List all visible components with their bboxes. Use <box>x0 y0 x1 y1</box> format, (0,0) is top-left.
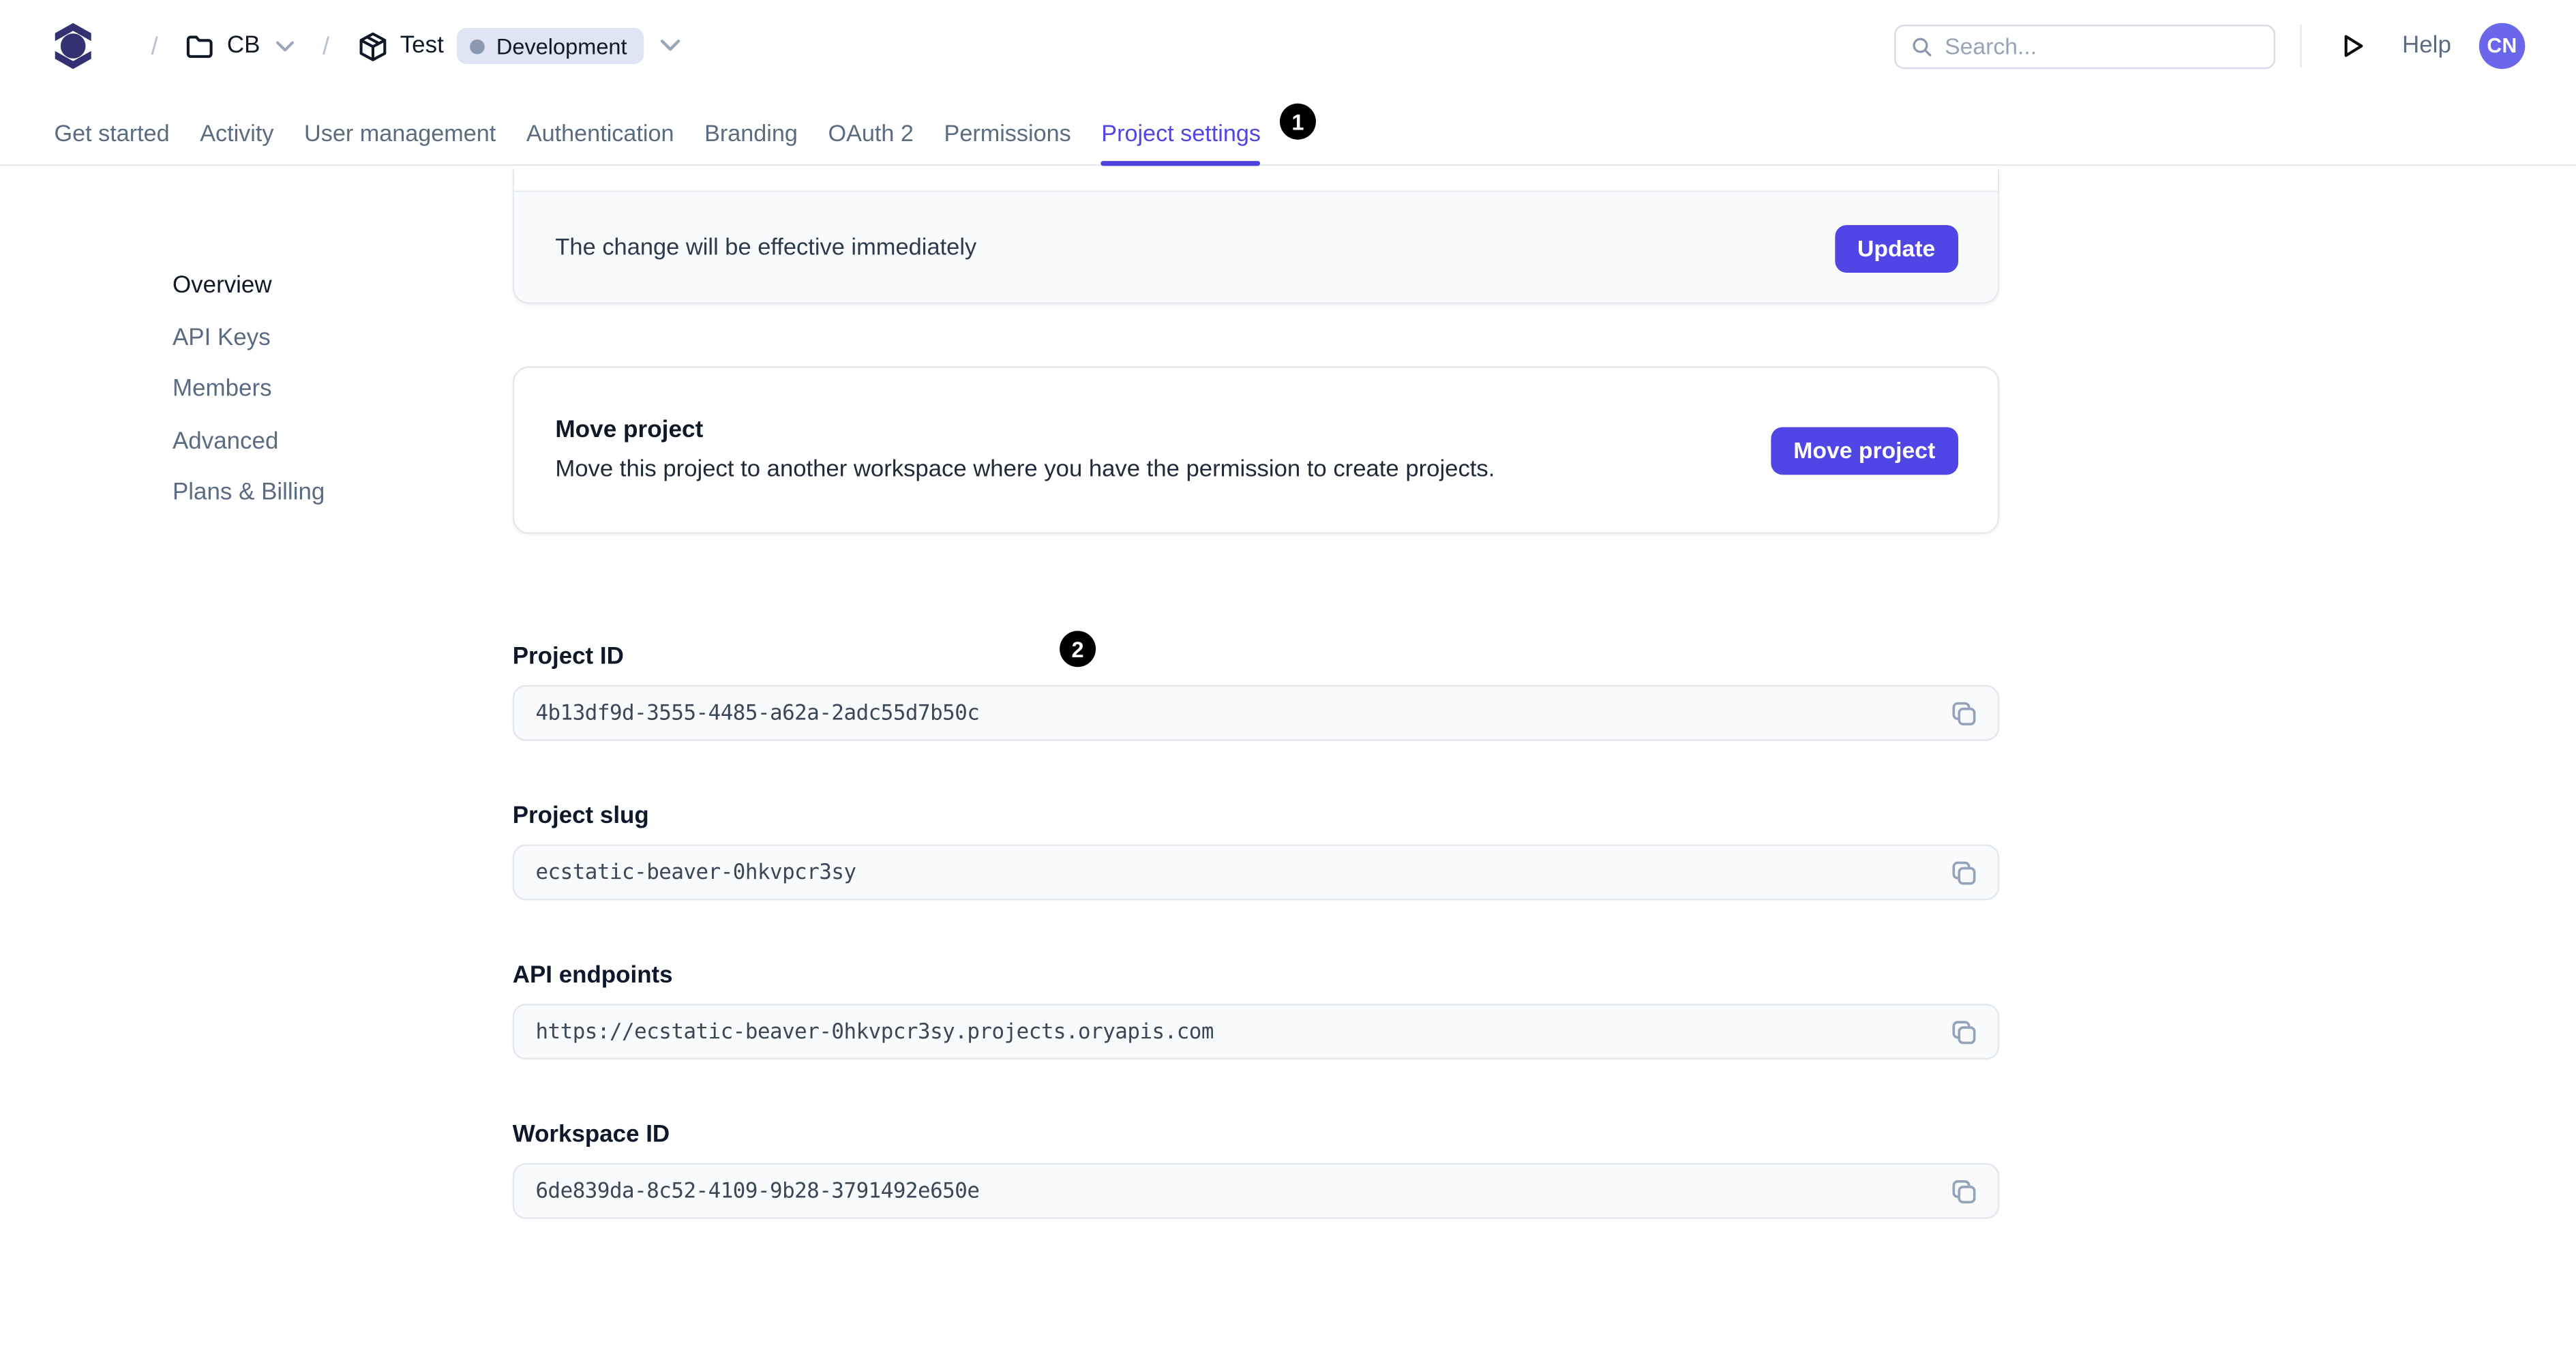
settings-sidebar: Overview API Keys Members Advanced Plans… <box>173 271 325 508</box>
folder-icon <box>187 35 213 57</box>
api-endpoints-value: https://ecstatic-beaver-0hkvpcr3sy.proje… <box>535 1019 1214 1045</box>
tab-authentication[interactable]: Authentication <box>526 104 674 164</box>
workspace-id-valuebox: 6de839da-8c52-4109-9b28-3791492e650e <box>512 1162 2000 1219</box>
package-icon <box>359 31 386 61</box>
ory-logo-icon <box>55 22 91 70</box>
update-card-footer: The change will be effective immediately… <box>514 190 1998 303</box>
breadcrumb-separator: / <box>151 31 158 60</box>
project-settings-page: / CB / Test Development Search... Help C… <box>0 0 2576 1365</box>
tab-get-started[interactable]: Get started <box>55 104 170 164</box>
sidebar-item-overview[interactable]: Overview <box>173 271 325 301</box>
api-endpoints-valuebox: https://ecstatic-beaver-0hkvpcr3sy.proje… <box>512 1004 2000 1060</box>
project-slug-field: Project slug ecstatic-beaver-0hkvpcr3sy <box>512 803 2000 901</box>
update-card: The change will be effective immediately… <box>512 169 2000 304</box>
environment-badge: Development <box>457 27 644 64</box>
tab-project-settings[interactable]: Project settings <box>1101 104 1261 166</box>
search-input[interactable] <box>1945 33 2260 59</box>
project-id-field: Project ID 4b13df9d-3555-4485-a62a-2adc5… <box>512 644 2000 741</box>
header-divider <box>2300 25 2303 68</box>
project-info-fields: Project ID 4b13df9d-3555-4485-a62a-2adc5… <box>512 644 2000 1282</box>
annotation-mark-1: 1 <box>1279 103 1316 140</box>
project-id-label: Project ID <box>512 644 624 671</box>
chevron-down-icon <box>276 40 295 51</box>
copy-api-endpoints-button[interactable] <box>1947 1015 1981 1049</box>
sidebar-item-api-keys[interactable]: API Keys <box>173 322 325 352</box>
search-icon <box>1913 37 1932 56</box>
move-project-card: Move project Move this project to anothe… <box>512 366 2000 535</box>
api-endpoints-label: API endpoints <box>512 962 673 989</box>
project-slug-label: Project slug <box>512 803 649 830</box>
copy-icon <box>1952 701 1976 725</box>
update-button[interactable]: Update <box>1834 224 1959 272</box>
api-endpoints-field: API endpoints https://ecstatic-beaver-0h… <box>512 962 2000 1060</box>
user-avatar[interactable]: CN <box>2478 22 2526 70</box>
sidebar-item-members[interactable]: Members <box>173 374 325 404</box>
project-switcher[interactable]: Test Development <box>357 27 680 64</box>
copy-icon <box>1952 1179 1976 1203</box>
tab-oauth2[interactable]: OAuth 2 <box>828 104 914 164</box>
workspace-id-label: Workspace ID <box>512 1122 670 1149</box>
update-note: The change will be effective immediately <box>555 235 977 262</box>
breadcrumb-separator: / <box>323 31 330 60</box>
workspace-name: CB <box>226 33 260 59</box>
home-logo-button[interactable] <box>55 18 92 74</box>
play-button[interactable] <box>2330 23 2376 69</box>
copy-project-id-button[interactable] <box>1947 695 1981 730</box>
project-id-value: 4b13df9d-3555-4485-a62a-2adc55d7b50c <box>535 700 980 725</box>
project-id-valuebox: 4b13df9d-3555-4485-a62a-2adc55d7b50c <box>512 685 2000 741</box>
help-link[interactable]: Help <box>2402 33 2451 59</box>
move-project-description: Move this project to another workspace w… <box>555 456 1495 483</box>
annotation-mark-2: 2 <box>1060 631 1096 668</box>
tab-activity[interactable]: Activity <box>200 104 273 164</box>
workspace-id-field: Workspace ID 6de839da-8c52-4109-9b28-379… <box>512 1122 2000 1219</box>
tab-branding[interactable]: Branding <box>704 104 798 164</box>
sidebar-item-advanced[interactable]: Advanced <box>173 426 325 455</box>
tab-permissions[interactable]: Permissions <box>944 104 1071 164</box>
move-project-button[interactable]: Move project <box>1770 426 1959 475</box>
workspace-id-value: 6de839da-8c52-4109-9b28-3791492e650e <box>535 1178 980 1203</box>
chevron-down-icon <box>659 40 680 51</box>
copy-icon <box>1952 860 1976 884</box>
move-project-title: Move project <box>555 417 704 444</box>
project-slug-value: ecstatic-beaver-0hkvpcr3sy <box>535 860 856 885</box>
top-bar-actions: Help CN <box>1894 22 2526 70</box>
workspace-switcher[interactable]: CB <box>186 33 295 59</box>
copy-project-slug-button[interactable] <box>1947 855 1981 890</box>
copy-workspace-id-button[interactable] <box>1947 1174 1981 1209</box>
update-card-body <box>514 169 1998 191</box>
project-slug-valuebox: ecstatic-beaver-0hkvpcr3sy <box>512 844 2000 901</box>
play-icon <box>2343 35 2363 57</box>
search-box <box>1894 23 2276 68</box>
tab-user-management[interactable]: User management <box>304 104 496 164</box>
copy-icon <box>1952 1020 1976 1044</box>
project-name: Test <box>400 33 444 59</box>
top-bar: / CB / Test Development Search... Help C… <box>0 0 2576 92</box>
sidebar-item-plans-billing[interactable]: Plans & Billing <box>173 478 325 507</box>
environment-dot-icon <box>470 38 485 54</box>
move-project-text: Move project Move this project to anothe… <box>555 417 1495 483</box>
environment-label: Development <box>496 33 627 59</box>
